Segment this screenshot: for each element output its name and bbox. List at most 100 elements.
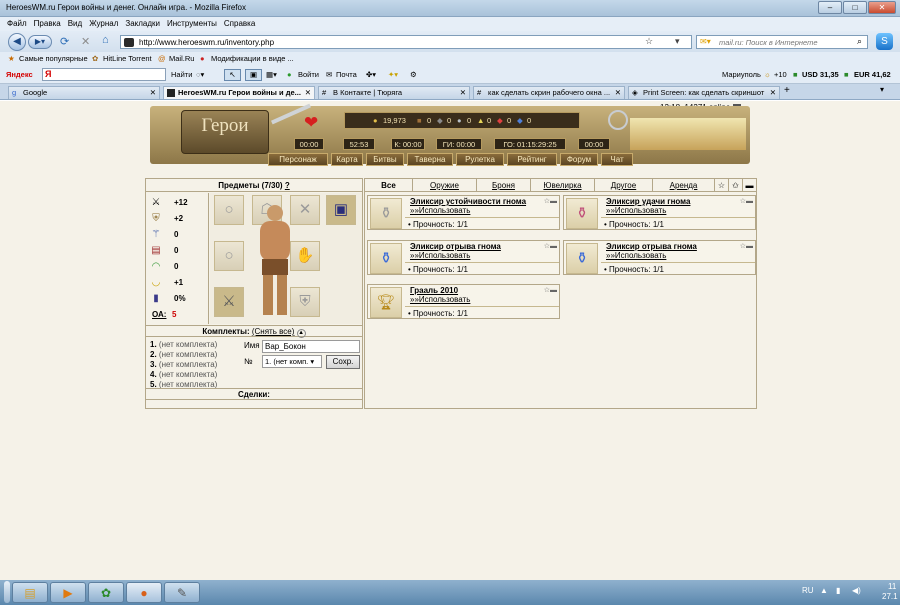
tab-close-icon[interactable]: ✕ [460,87,466,99]
maximize-button[interactable]: □ [843,1,867,14]
item-name[interactable]: Эликсир удачи гнома [606,197,690,206]
item-name[interactable]: Эликсир отрыва гнома [410,242,501,251]
kit-name-input[interactable]: Вар_Бокон [262,340,360,353]
tab-close-icon[interactable]: ✕ [770,87,776,99]
tab-close-icon[interactable]: ✕ [150,87,156,99]
filter-rent[interactable]: Аренда [653,179,715,192]
apps-icon[interactable]: ✤▾ [366,70,376,79]
menu-file[interactable]: Файл [7,17,27,31]
yandex-find-button[interactable]: Найти [171,70,192,79]
yandex-login[interactable]: Войти [298,70,319,79]
forward-icon[interactable]: ▶▾ [28,35,52,49]
filter-all[interactable]: Все [365,179,413,192]
use-link[interactable]: »»Использовать [410,251,470,260]
yandex-search-input[interactable]: Я [42,68,166,81]
chat-icon[interactable]: ◌▾ [196,70,204,79]
filter-jewelry[interactable]: Ювелирка [531,179,595,192]
game-client-icon[interactable]: ✿ [88,582,124,603]
start-button[interactable] [4,581,10,603]
star-icon[interactable]: ✩ [729,179,743,192]
item-name[interactable]: Эликсир устойчивости гнома [410,197,526,206]
tab-google[interactable]: g Google ✕ [8,86,160,99]
minimize-button[interactable]: – [818,1,842,14]
tab-vkontakte[interactable]: # В Контакте | Тюряга ✕ [318,86,470,99]
bookmark-popular[interactable]: Самые популярные [19,54,88,63]
back-icon[interactable]: ◀ [8,33,26,51]
item-actions-icon[interactable]: ☆▬ [544,242,557,250]
item-actions-icon[interactable]: ☆▬ [544,286,557,294]
nav-character[interactable]: Персонаж [268,153,328,166]
clock-time[interactable]: 11 [888,582,896,591]
yandex-logo[interactable]: Яндекс [6,70,33,79]
clock-date[interactable]: 27.1 [882,592,898,601]
bookmark-hitline[interactable]: HitLine Torrent [103,54,152,63]
item-actions-icon[interactable]: ☆▬ [740,197,753,205]
yandex-mail[interactable]: Почта [336,70,357,79]
home-icon[interactable]: ⌂ [102,34,109,46]
close-button[interactable]: ✕ [868,1,896,14]
item-name[interactable]: Эликсир отрыва гнома [606,242,697,251]
filter-weapons[interactable]: Оружие [413,179,477,192]
tab-list-icon[interactable]: ▾ [880,85,884,94]
volume-icon[interactable]: ◀) [852,586,861,595]
menu-help[interactable]: Справка [224,17,255,31]
search-box[interactable]: ✉▾ mail.ru: Поиск в Интернете ⌕ [696,35,868,49]
select-tool-icon[interactable]: ▣ [245,69,262,81]
tab-heroeswm[interactable]: HeroesWM.ru Герои войны и де... ✕ [163,86,315,99]
help-link[interactable]: ? [285,181,290,190]
bookmark-star-icon[interactable]: ☆ [645,36,653,47]
tab-close-icon[interactable]: ✕ [615,87,621,99]
reload-icon[interactable]: ⟳ [60,35,69,48]
grail-icon[interactable]: 🏆︎ [370,287,402,318]
network-icon[interactable]: ▮ [836,586,840,595]
skype-icon[interactable]: S [876,33,893,50]
filter-armor[interactable]: Броня [477,179,531,192]
menu-view[interactable]: Вид [68,17,82,31]
tab-screenshot-search[interactable]: # как сделать скрин рабочего окна ... ✕ [473,86,625,99]
remove-all-link[interactable]: (Снять все) [252,327,295,336]
kit-number-select[interactable]: 1. (нет комп. ▾ [262,355,322,368]
explorer-icon[interactable]: ▤ [12,582,48,603]
use-link[interactable]: »»Использовать [410,295,470,304]
item-actions-icon[interactable]: ☆▬ [544,197,557,205]
nav-map[interactable]: Карта [331,153,363,166]
paint-icon[interactable]: ✎ [164,582,200,603]
rss-icon[interactable]: ▾ [675,36,680,47]
nav-chat[interactable]: Чат [601,153,633,166]
nav-tavern[interactable]: Таверна [407,153,453,166]
address-bar[interactable]: http://www.heroeswm.ru/inventory.php ☆ ▾ [120,35,692,49]
search-icon[interactable]: ⌕ [857,36,862,47]
nav-roulette[interactable]: Рулетка [456,153,504,166]
kit-item[interactable]: 1. (нет комплекта) [150,340,250,350]
use-link[interactable]: »»Использовать [606,251,666,260]
kit-item[interactable]: 4. (нет комплекта) [150,370,250,380]
use-link[interactable]: »»Использовать [606,206,666,215]
favorites-icon[interactable]: ✦▾ [388,70,398,79]
potion-icon[interactable]: ⚱ [566,198,598,229]
slot-ring-1[interactable]: ○ [214,195,244,225]
filter-other[interactable]: Другое [595,179,653,192]
slot-book[interactable]: ▣ [326,195,356,225]
cursor-tool-icon[interactable]: ↖ [224,69,241,81]
bookmark-mods[interactable]: Модификации в виде ... [211,54,294,63]
weather-city[interactable]: Мариуполь [722,70,761,79]
view-toggle-icon[interactable]: ▬ [743,179,756,192]
potion-icon[interactable]: ⚱ [370,198,402,229]
save-kit-button[interactable]: Сохр. [326,355,360,369]
slot-weapon[interactable]: ⚔ [214,287,244,317]
menu-edit[interactable]: Правка [34,17,61,31]
ring-icon[interactable] [608,110,628,130]
item-name[interactable]: Грааль 2010 [410,286,458,295]
new-tab-button[interactable]: + [784,85,790,96]
nav-forum[interactable]: Форум [560,153,598,166]
game-logo[interactable]: Герои [181,110,269,154]
nav-rating[interactable]: Рейтинг [507,153,557,166]
menu-history[interactable]: Журнал [89,17,118,31]
stop-icon[interactable]: ✕ [81,35,90,48]
kit-item[interactable]: 3. (нет комплекта) [150,360,250,370]
slot-ring-2[interactable]: ○ [214,241,244,271]
favorite-star-icon[interactable]: ☆ [715,179,729,192]
nav-battles[interactable]: Битвы [366,153,404,166]
health-heart-icon[interactable]: ❤ [304,113,318,133]
menu-bookmarks[interactable]: Закладки [125,17,160,31]
